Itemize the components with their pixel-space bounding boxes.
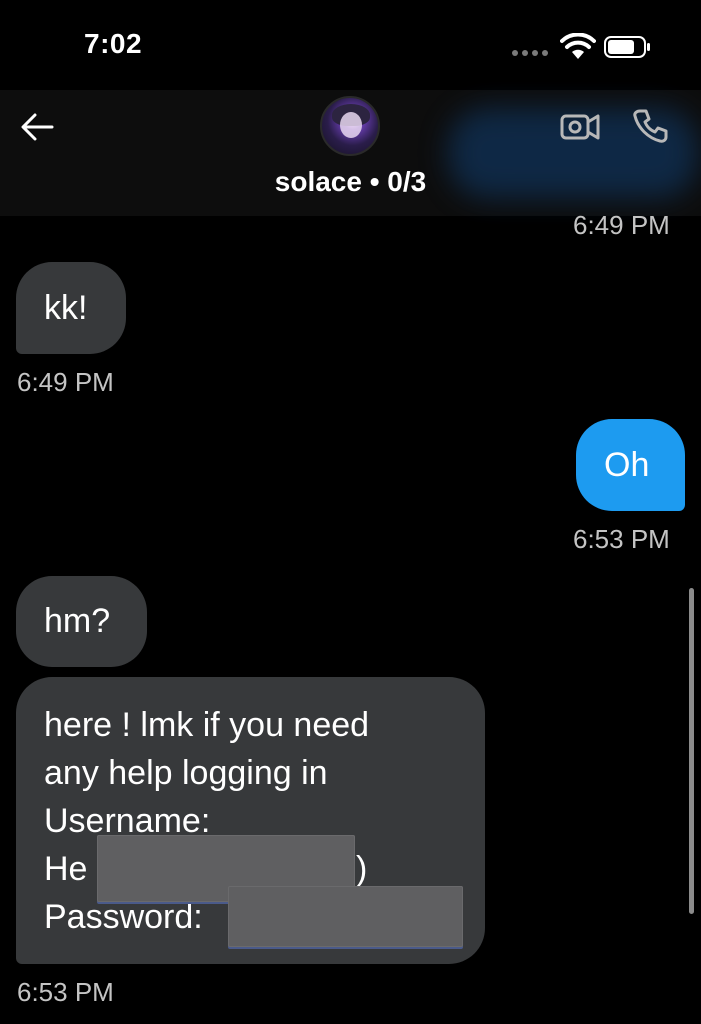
wifi-icon: [560, 33, 596, 59]
message-text: hm?: [44, 602, 111, 640]
message-timestamp: 6:53 PM: [573, 524, 670, 554]
redaction-box: [228, 886, 463, 947]
incoming-message-bubble[interactable]: kk!: [16, 262, 126, 354]
avatar[interactable]: [320, 96, 380, 156]
outgoing-message-bubble[interactable]: Oh: [576, 419, 685, 511]
username-prefix: He: [44, 850, 88, 888]
status-time: 7:02: [84, 28, 143, 59]
message-text-line: here ! lmk if you need: [44, 706, 370, 744]
message-text: kk!: [44, 289, 88, 327]
scrollbar[interactable]: [689, 588, 694, 914]
chat-header: solace • 0/3: [0, 90, 701, 216]
battery-icon: [604, 36, 650, 58]
message-timestamp: 6:49 PM: [17, 367, 114, 397]
message-timestamp: 6:53 PM: [17, 977, 114, 1007]
message-timestamp: 6:49 PM: [573, 210, 670, 240]
video-call-icon[interactable]: [560, 110, 600, 142]
message-text: Oh: [604, 446, 650, 484]
cellular-signal-icon: [512, 50, 548, 56]
chat-title[interactable]: solace • 0/3: [0, 166, 701, 198]
message-text-line: any help logging in: [44, 754, 328, 792]
incoming-message-bubble[interactable]: hm?: [16, 576, 147, 667]
back-arrow-icon[interactable]: [20, 112, 54, 142]
phone-call-icon[interactable]: [632, 108, 668, 144]
status-bar: 7:02: [0, 0, 701, 90]
